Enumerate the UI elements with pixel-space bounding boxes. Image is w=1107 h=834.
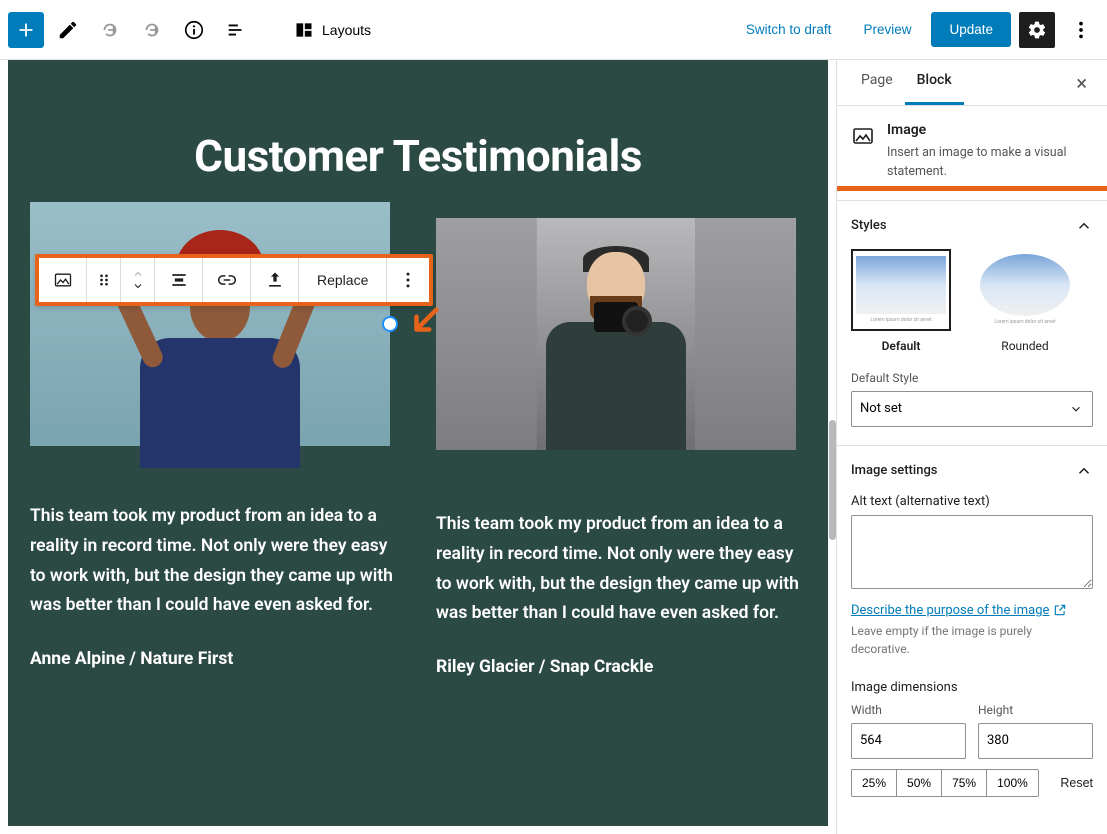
editor-top-toolbar: Layouts Switch to draft Preview Update: [0, 0, 1107, 60]
styles-panel-toggle[interactable]: Styles: [851, 217, 1093, 235]
pct-75-button[interactable]: 75%: [942, 770, 987, 796]
settings-sidebar: Page Block × Image Insert an image to ma…: [836, 60, 1107, 834]
alt-text-input[interactable]: [851, 515, 1093, 589]
default-style-label: Default Style: [851, 371, 1093, 385]
default-style-select[interactable]: Not set: [851, 391, 1093, 427]
block-title: Image: [887, 122, 1093, 138]
style-option-default[interactable]: Lorem ipsum dolor sit amet Default: [851, 249, 951, 353]
block-toolbar: Replace: [35, 254, 433, 306]
annotation-arrow-icon: [408, 304, 442, 338]
undo-button[interactable]: [92, 12, 128, 48]
editor-canvas-wrap: Customer Testimonials This team took my …: [0, 60, 836, 834]
block-header: Image Insert an image to make a visual s…: [837, 106, 1107, 201]
testimonial-author-2[interactable]: Riley Glacier / Snap Crackle: [436, 657, 806, 677]
align-button[interactable]: [155, 258, 203, 302]
replace-button[interactable]: Replace: [299, 258, 387, 302]
reset-dimensions-button[interactable]: Reset: [1060, 776, 1093, 790]
image-settings-panel: Image settings Alt text (alternative tex…: [837, 446, 1107, 815]
alt-text-label: Alt text (alternative text): [851, 494, 1093, 509]
pct-25-button[interactable]: 25%: [852, 770, 897, 796]
pct-50-button[interactable]: 50%: [897, 770, 942, 796]
pct-100-button[interactable]: 100%: [987, 770, 1038, 796]
tab-page[interactable]: Page: [849, 60, 905, 105]
insert-link-button[interactable]: [203, 258, 251, 302]
editor-canvas[interactable]: Customer Testimonials This team took my …: [8, 60, 828, 826]
block-desc: Insert an image to make a visual stateme…: [887, 144, 1093, 182]
column-2[interactable]: This team took my product from an idea t…: [436, 202, 806, 677]
image-settings-toggle[interactable]: Image settings: [851, 462, 1093, 480]
list-view-button[interactable]: [218, 12, 254, 48]
layouts-label: Layouts: [322, 22, 371, 38]
testimonial-author-1[interactable]: Anne Alpine / Nature First: [30, 649, 400, 669]
image-icon: [851, 124, 875, 148]
add-block-button[interactable]: [8, 12, 44, 48]
layouts-button[interactable]: Layouts: [282, 12, 383, 48]
testimonial-text-2[interactable]: This team took my product from an idea t…: [436, 510, 806, 629]
alt-text-hint: Leave empty if the image is purely decor…: [851, 622, 1093, 658]
close-sidebar-button[interactable]: ×: [1068, 63, 1095, 103]
switch-to-draft-button[interactable]: Switch to draft: [734, 12, 844, 47]
style-option-rounded[interactable]: Lorem ipsum dolor sit amet Rounded: [975, 249, 1075, 353]
canvas-scrollbar[interactable]: [829, 420, 836, 540]
external-link-icon: [1053, 603, 1067, 617]
testimonial-text-1[interactable]: This team took my product from an idea t…: [30, 502, 400, 621]
height-label: Height: [978, 703, 1093, 717]
edit-mode-button[interactable]: [50, 12, 86, 48]
update-button[interactable]: Update: [931, 12, 1011, 47]
image-illustration: [526, 252, 706, 450]
width-label: Width: [851, 703, 966, 717]
height-input[interactable]: [978, 723, 1093, 759]
settings-button[interactable]: [1019, 12, 1055, 48]
image-dimensions-label: Image dimensions: [851, 680, 1093, 695]
block-more-button[interactable]: [387, 258, 429, 302]
image-block-2[interactable]: [436, 218, 796, 450]
info-button[interactable]: [176, 12, 212, 48]
ellipsis-more-button[interactable]: [1063, 12, 1099, 48]
move-up-down-button[interactable]: [121, 258, 155, 302]
describe-image-link[interactable]: Describe the purpose of the image: [851, 603, 1067, 618]
chevron-up-icon: [1075, 462, 1093, 480]
redo-button[interactable]: [134, 12, 170, 48]
width-input[interactable]: [851, 723, 966, 759]
chevron-up-icon: [1075, 217, 1093, 235]
tab-block[interactable]: Block: [905, 60, 964, 105]
page-title[interactable]: Customer Testimonials: [30, 130, 806, 182]
styles-panel: Styles Lorem ipsum dolor sit amet Defaul…: [837, 201, 1107, 446]
block-type-image-button[interactable]: [39, 258, 87, 302]
drag-handle-button[interactable]: [87, 258, 121, 302]
preview-button[interactable]: Preview: [851, 12, 923, 47]
upload-button[interactable]: [251, 258, 299, 302]
selected-image-block[interactable]: [30, 202, 390, 446]
